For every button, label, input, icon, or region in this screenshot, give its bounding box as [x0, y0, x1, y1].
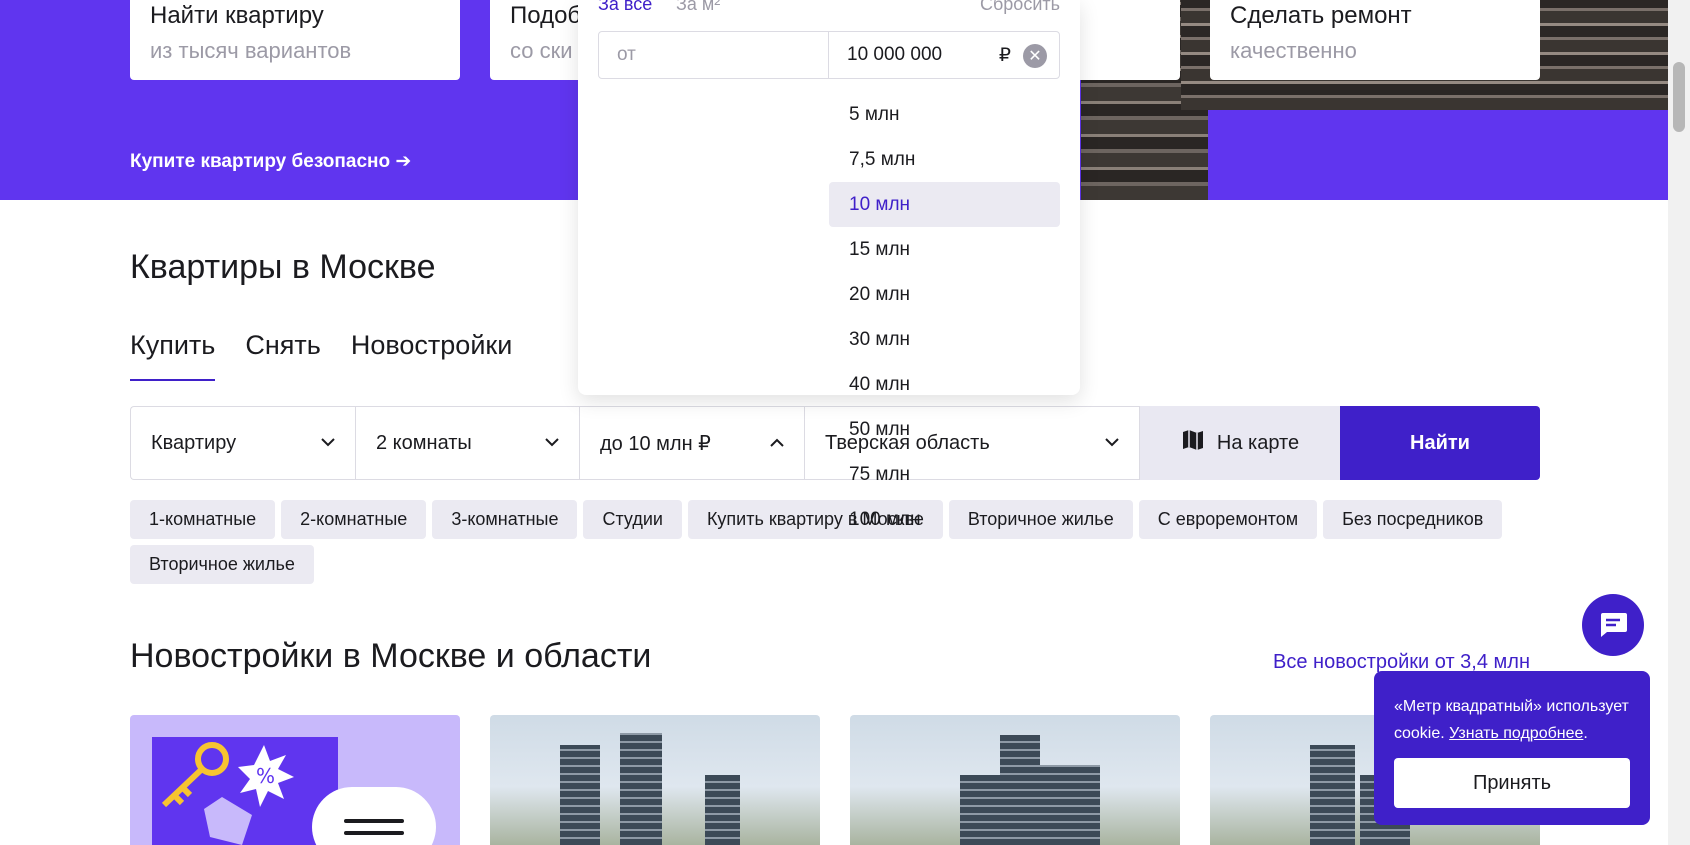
chip-filter[interactable]: 2-комнатные	[281, 500, 427, 539]
chevron-down-icon	[1105, 434, 1119, 452]
section-title: Квартиры в Москве	[130, 248, 436, 286]
price-dropdown: За все За м² Сбросить от 10 000 000 ₽ ✕ …	[578, 0, 1080, 530]
price-option[interactable]: 7,5 млн	[829, 137, 1060, 182]
cookie-accept-button[interactable]: Принять	[1394, 758, 1630, 808]
hero-card-subtitle: качественно	[1230, 38, 1357, 63]
price-option[interactable]: 50 млн	[829, 407, 1060, 452]
price-mode-total[interactable]: За все	[598, 0, 652, 15]
price-value: до 10 млн ₽	[600, 432, 711, 455]
price-option[interactable]: 100 млн	[829, 497, 1060, 542]
price-option-selected[interactable]: 10 млн	[829, 182, 1060, 227]
price-range-inputs: от 10 000 000 ₽ ✕	[598, 31, 1060, 79]
property-type-value: Квартиру	[151, 431, 237, 454]
price-to-input[interactable]: 10 000 000 ₽ ✕	[829, 32, 1059, 78]
chevron-down-icon	[321, 434, 335, 452]
map-button[interactable]: На карте	[1140, 406, 1340, 480]
hero-card-title: Сделать ремонт	[1230, 2, 1412, 29]
currency-label: ₽	[998, 44, 1011, 66]
menu-bubble	[312, 787, 436, 845]
hero-card-find[interactable]: Найти квартиру из тысяч вариантов	[130, 0, 460, 80]
price-to-value: 10 000 000	[847, 44, 943, 65]
chip-filter[interactable]: Без посредников	[1323, 500, 1503, 539]
newbuild-card-photo[interactable]	[850, 715, 1180, 845]
price-option[interactable]: 75 млн	[829, 452, 1060, 497]
key-icon: %	[161, 742, 294, 845]
tab-rent[interactable]: Снять	[245, 330, 320, 381]
find-button[interactable]: Найти	[1340, 406, 1540, 480]
rooms-select[interactable]: 2 комнаты	[355, 406, 579, 480]
reset-button[interactable]: Сбросить	[980, 0, 1060, 15]
price-from-input[interactable]: от	[599, 32, 829, 78]
scrollbar[interactable]	[1668, 0, 1690, 845]
tab-newbuild[interactable]: Новостройки	[351, 330, 512, 381]
property-type-select[interactable]: Квартиру	[130, 406, 355, 480]
cookie-text: «Метр квадратный» использует cookie. Узн…	[1394, 698, 1629, 742]
promo-card[interactable]: %	[130, 715, 460, 845]
newbuild-title: Новостройки в Москве и области	[130, 637, 652, 675]
chat-icon	[1601, 613, 1627, 637]
map-icon	[1181, 428, 1205, 458]
price-option[interactable]: 15 млн	[829, 227, 1060, 272]
scrollbar-thumb[interactable]	[1673, 62, 1685, 132]
chevron-up-icon	[770, 434, 784, 452]
hero-card-title: Найти квартиру	[150, 2, 324, 29]
price-option[interactable]: 20 млн	[829, 272, 1060, 317]
safe-purchase-link[interactable]: Купите квартиру безопасно ➔	[130, 150, 411, 173]
rooms-value: 2 комнаты	[376, 431, 472, 454]
chip-filter[interactable]: С евроремонтом	[1138, 500, 1318, 539]
deal-tabs: Купить Снять Новостройки	[130, 330, 512, 381]
chip-filter[interactable]: Вторичное жилье	[130, 545, 314, 584]
price-options-list: 5 млн 7,5 млн 10 млн 15 млн 20 млн 30 мл…	[829, 92, 1060, 542]
price-option[interactable]: 5 млн	[829, 92, 1060, 137]
hero-card-subtitle: из тысяч вариантов	[150, 38, 352, 63]
chip-filter[interactable]: 3-комнатные	[432, 500, 578, 539]
chip-filter[interactable]: 1-комнатные	[130, 500, 276, 539]
svg-text:%: %	[256, 764, 275, 788]
chat-button[interactable]	[1582, 594, 1644, 656]
price-option[interactable]: 30 млн	[829, 317, 1060, 362]
cookie-banner: «Метр квадратный» использует cookie. Узн…	[1374, 671, 1650, 825]
price-select[interactable]: до 10 млн ₽	[579, 406, 804, 480]
tab-buy[interactable]: Купить	[130, 330, 216, 381]
hero-card-repair[interactable]: Сделать ремонт качественно	[1210, 0, 1540, 80]
map-button-label: На карте	[1216, 431, 1300, 454]
chevron-down-icon	[545, 434, 559, 452]
newbuild-card-photo[interactable]	[490, 715, 820, 845]
cookie-more-link[interactable]: Узнать подробнее	[1449, 725, 1583, 742]
promo-illustration: %	[152, 737, 338, 845]
clear-icon[interactable]: ✕	[1023, 44, 1047, 68]
chip-filter[interactable]: Студии	[583, 500, 682, 539]
price-option[interactable]: 40 млн	[829, 362, 1060, 407]
price-mode-sqm[interactable]: За м²	[676, 0, 720, 15]
